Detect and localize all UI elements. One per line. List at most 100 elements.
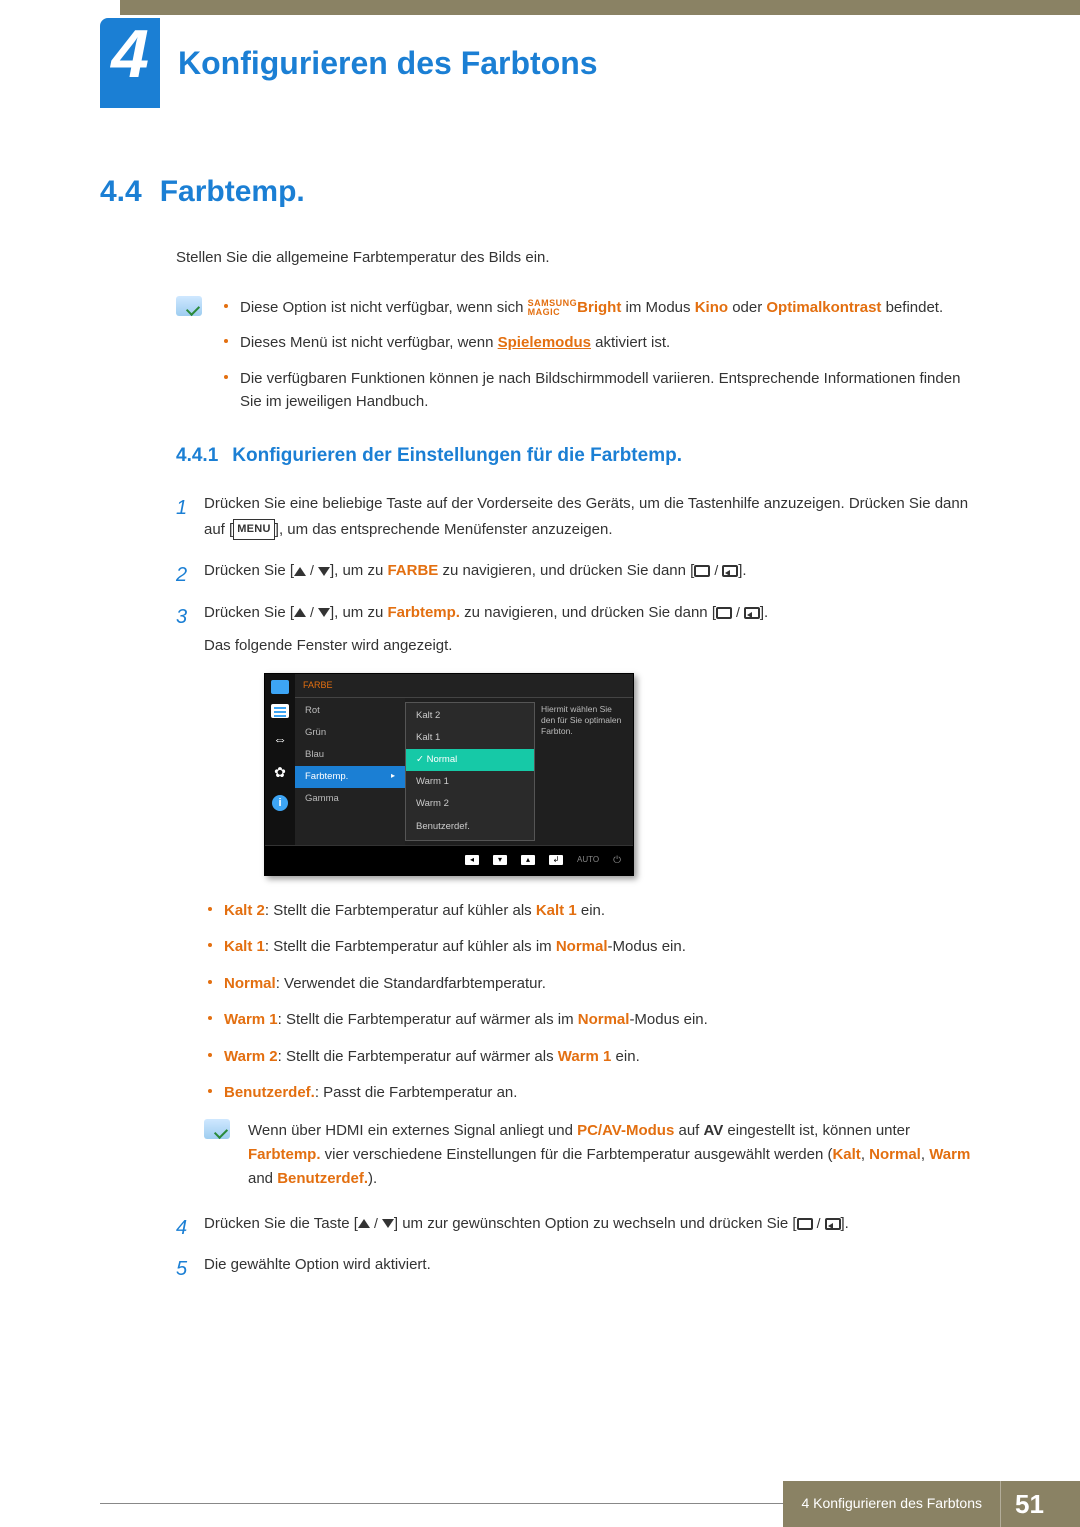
up-down-icon: / bbox=[294, 601, 330, 625]
note-item: Diese Option ist nicht verfügbar, wenn s… bbox=[220, 296, 980, 319]
enter-exit-icon: / bbox=[716, 601, 760, 625]
section-heading: 4.4 Farbtemp. bbox=[100, 175, 980, 209]
t: ). bbox=[368, 1170, 377, 1187]
osd-left-item: Blau bbox=[295, 744, 405, 766]
note-item: Dieses Menü ist nicht verfügbar, wenn Sp… bbox=[220, 331, 980, 354]
ref-kino: Kino bbox=[695, 299, 728, 316]
step-number: 4 bbox=[176, 1211, 187, 1245]
chapter-title: Konfigurieren des Farbtons bbox=[178, 45, 598, 82]
t: vier verschiedene Einstellungen für die … bbox=[321, 1146, 833, 1163]
osd-mid-item: Warm 2 bbox=[406, 793, 534, 815]
footer-spacer bbox=[1058, 1481, 1080, 1527]
ref-av: AV bbox=[704, 1122, 724, 1139]
ref-warm: Warm bbox=[929, 1146, 970, 1163]
osd-icon-picture bbox=[271, 680, 289, 694]
t: Das folgende Fenster wird angezeigt. bbox=[204, 633, 980, 659]
opt-label: Benutzerdef. bbox=[224, 1084, 315, 1101]
t: Drücken Sie [ bbox=[204, 562, 294, 579]
t: , bbox=[921, 1146, 929, 1163]
t: ]. bbox=[738, 562, 746, 579]
t: eingestellt ist, können unter bbox=[723, 1122, 910, 1139]
osd-left-item: Gamma bbox=[295, 788, 405, 810]
t: ]. bbox=[841, 1215, 849, 1232]
t: ]. bbox=[760, 604, 768, 621]
t: befindet. bbox=[881, 299, 943, 316]
osd-mid-item: Benutzerdef. bbox=[406, 816, 534, 838]
t: ein. bbox=[577, 902, 605, 919]
opt-label: Warm 2 bbox=[224, 1048, 278, 1065]
step-4: 4 Drücken Sie die Taste [/] um zur gewün… bbox=[176, 1211, 980, 1237]
step-5: 5 Die gewählte Option wird aktiviert. bbox=[176, 1252, 980, 1278]
option-item: Warm 1: Stellt die Farbtemperatur auf wä… bbox=[204, 1009, 980, 1032]
osd-panel-title: FARBE bbox=[295, 674, 633, 698]
brand-magic-bright: SAMSUNGMAGICBright bbox=[528, 299, 622, 316]
osd-icon-info: i bbox=[272, 795, 288, 811]
t: Diese Option ist nicht verfügbar, wenn s… bbox=[240, 299, 528, 316]
t: ] um zur gewünschten Option zu wechseln … bbox=[394, 1215, 797, 1232]
t: : Stellt die Farbtemperatur auf wärmer a… bbox=[278, 1011, 578, 1028]
option-item: Benutzerdef.: Passt die Farbtemperatur a… bbox=[204, 1082, 980, 1105]
ref-farbtemp: Farbtemp. bbox=[387, 604, 460, 621]
section-title: Farbtemp. bbox=[160, 175, 305, 209]
osd-left-item: Rot bbox=[295, 700, 405, 722]
osd-nav-left-icon: ◂ bbox=[465, 855, 479, 865]
step-number: 5 bbox=[176, 1252, 187, 1286]
enter-exit-icon: / bbox=[694, 559, 738, 583]
osd-mid-item: Kalt 1 bbox=[406, 727, 534, 749]
menu-button-icon: MENU bbox=[233, 519, 275, 540]
subsection-heading: 4.4.1 Konfigurieren der Einstellungen fü… bbox=[176, 445, 980, 467]
option-item: Kalt 2: Stellt die Farbtemperatur auf kü… bbox=[204, 900, 980, 923]
t: -Modus ein. bbox=[608, 938, 686, 955]
t: Dieses Menü ist nicht verfügbar, wenn bbox=[240, 334, 498, 351]
step-1: 1 Drücken Sie eine beliebige Taste auf d… bbox=[176, 491, 980, 542]
osd-mid-item: Warm 1 bbox=[406, 771, 534, 793]
t: ], um zu bbox=[330, 562, 388, 579]
osd-left-item-selected: Farbtemp. bbox=[295, 766, 405, 788]
osd-mid-item-selected: Normal bbox=[406, 749, 534, 771]
ref-pcav: PC/AV-Modus bbox=[577, 1122, 674, 1139]
osd-submenu: Kalt 2 Kalt 1 Normal Warm 1 Warm 2 Benut… bbox=[405, 702, 535, 841]
osd-mid-item: Kalt 2 bbox=[406, 705, 534, 727]
osd-footer: ◂ ▾ ▴ ↲ AUTO ⏻ bbox=[265, 845, 633, 875]
ref-normal: Normal bbox=[869, 1146, 921, 1163]
osd-screenshot: ⇔ ✿ i FARBE Rot Grün Blau Farbtemp. bbox=[264, 673, 634, 876]
t: zu navigieren, und drücken Sie dann [ bbox=[438, 562, 694, 579]
t: Die gewählte Option wird aktiviert. bbox=[204, 1256, 431, 1273]
opt-ref: Warm 1 bbox=[558, 1048, 612, 1065]
t: and bbox=[248, 1170, 277, 1187]
osd-side-icons: ⇔ ✿ i bbox=[265, 674, 295, 845]
banner-top bbox=[120, 0, 1080, 15]
up-down-icon: / bbox=[294, 559, 330, 583]
osd-icon-size: ⇔ bbox=[273, 728, 287, 752]
subsection-number: 4.4.1 bbox=[176, 445, 218, 467]
osd-nav-down-icon: ▾ bbox=[493, 855, 507, 865]
osd-power-icon: ⏻ bbox=[613, 852, 621, 869]
t: auf bbox=[674, 1122, 703, 1139]
opt-label: Normal bbox=[224, 975, 276, 992]
t: : Stellt die Farbtemperatur auf kühler a… bbox=[265, 902, 536, 919]
step-2: 2 Drücken Sie [/], um zu FARBE zu navigi… bbox=[176, 558, 980, 584]
ref-spielemodus: Spielemodus bbox=[498, 334, 591, 351]
option-item: Warm 2: Stellt die Farbtemperatur auf wä… bbox=[204, 1046, 980, 1069]
ref-farbe: FARBE bbox=[387, 562, 438, 579]
t: zu navigieren, und drücken Sie dann [ bbox=[460, 604, 716, 621]
t: ein. bbox=[611, 1048, 639, 1065]
enter-exit-icon: / bbox=[797, 1212, 841, 1236]
t: Drücken Sie [ bbox=[204, 604, 294, 621]
opt-ref: Normal bbox=[578, 1011, 630, 1028]
t: Drücken Sie die Taste [ bbox=[204, 1215, 358, 1232]
t: : Stellt die Farbtemperatur auf wärmer a… bbox=[278, 1048, 558, 1065]
step-3: 3 Drücken Sie [/], um zu Farbtemp. zu na… bbox=[176, 600, 980, 1191]
note-icon bbox=[204, 1119, 230, 1139]
page-content: 4.4 Farbtemp. Stellen Sie die allgemeine… bbox=[100, 175, 980, 1294]
page-footer: 4 Konfigurieren des Farbtons 51 bbox=[0, 1481, 1080, 1527]
t: ], um zu bbox=[330, 604, 388, 621]
osd-auto-label: AUTO bbox=[577, 853, 599, 867]
intro-text: Stellen Sie die allgemeine Farbtemperatu… bbox=[176, 249, 980, 266]
t: ], um das entsprechende Menüfenster anzu… bbox=[275, 521, 613, 538]
ref-farbtemp2: Farbtemp. bbox=[248, 1146, 321, 1163]
t: : Passt die Farbtemperatur an. bbox=[315, 1084, 518, 1101]
t: im Modus bbox=[621, 299, 694, 316]
note-item: Die verfügbaren Funktionen können je nac… bbox=[220, 367, 980, 414]
ref-benutz: Benutzerdef. bbox=[277, 1170, 368, 1187]
